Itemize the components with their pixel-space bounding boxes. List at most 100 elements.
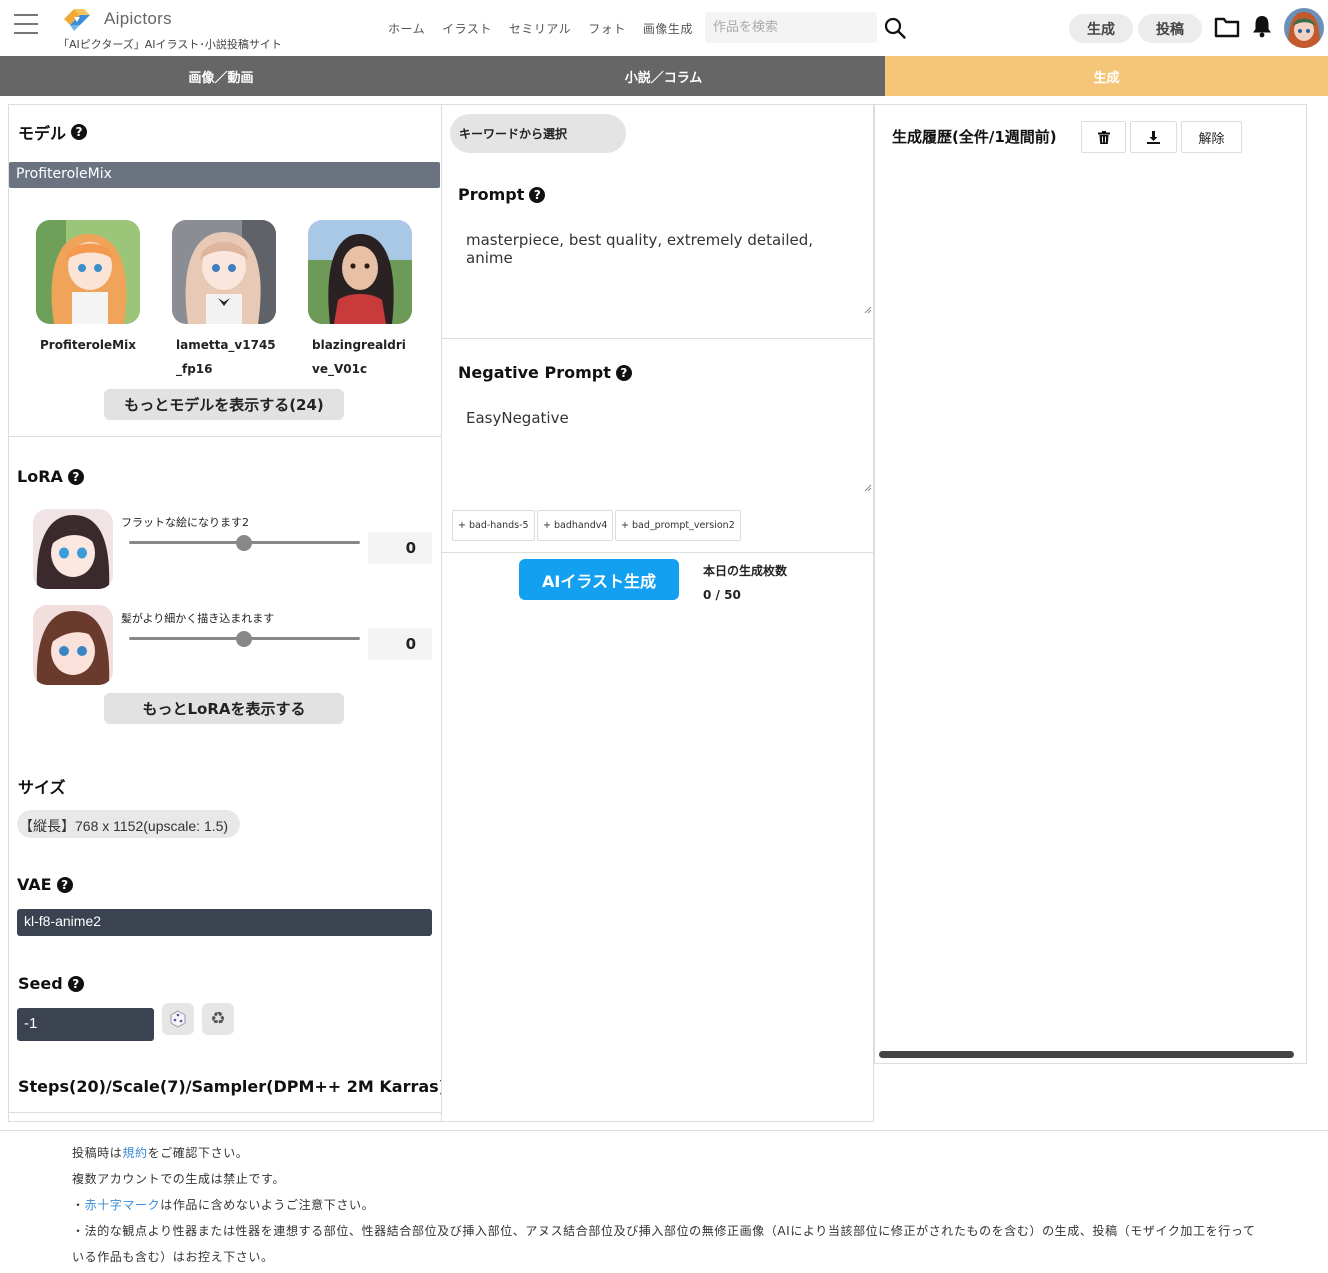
category-tabs: 画像／動画 小説／コラム 生成 [0, 56, 1328, 96]
divider [442, 552, 873, 553]
negative-tag-badhandv4[interactable]: + badhandv4 [537, 510, 614, 541]
lora-slider-handle[interactable] [236, 535, 252, 551]
size-title: サイズ [18, 778, 66, 797]
prompt-help-icon[interactable]: ? [529, 186, 546, 203]
divider [9, 436, 441, 437]
folder-icon[interactable] [1214, 16, 1240, 38]
logo-text[interactable]: Aipictors [104, 9, 172, 29]
model-thumbnail [308, 220, 412, 324]
user-avatar[interactable] [1284, 8, 1324, 48]
download-history-button[interactable] [1130, 121, 1177, 153]
menu-icon[interactable] [14, 14, 38, 34]
model-help-icon[interactable]: ? [71, 124, 88, 140]
recycle-icon[interactable]: ♻ [202, 1003, 234, 1035]
lora-slider-handle[interactable] [236, 631, 252, 647]
model-name: ProfiteroleMix [40, 338, 136, 352]
nav-illust[interactable]: イラスト [442, 20, 492, 37]
lora-label: フラットな絵になります2 [121, 516, 249, 529]
nav-photo[interactable]: フォト [588, 20, 626, 37]
header-generate-button[interactable]: 生成 [1069, 14, 1133, 43]
top-header: Aipictors 「AIピクターズ」AIイラスト･小説投稿サイト ホーム イラ… [0, 0, 1328, 56]
model-thumbnail [36, 220, 140, 324]
note-text: は作品に含めないようご注意下さい。 [160, 1198, 375, 1212]
seed-help-icon[interactable]: ? [67, 975, 84, 992]
lora-title: LoRA ? [17, 467, 84, 486]
size-select[interactable]: 【縦長】768 x 1152(upscale: 1.5) [17, 810, 241, 838]
lora-thumbnail-hair[interactable] [33, 605, 113, 685]
model-select[interactable]: ProfiteroleMix [9, 162, 440, 188]
search-icon[interactable] [883, 16, 907, 40]
vae-title: VAE ? [17, 875, 73, 894]
prompt-title-text: Prompt [458, 185, 525, 204]
model-thumbnail [172, 220, 276, 324]
more-lora-button[interactable]: もっとLoRAを表示する [104, 693, 344, 724]
release-button[interactable]: 解除 [1181, 121, 1242, 153]
negative-prompt-title: Negative Prompt ? [458, 363, 632, 382]
keyword-select-button[interactable]: キーワードから選択 [450, 114, 626, 153]
tab-image-video[interactable]: 画像／動画 [0, 56, 442, 96]
ai-generate-button[interactable]: AIイラスト生成 [519, 559, 679, 600]
prompt-textarea[interactable]: masterpiece, best quality, extremely det… [458, 223, 872, 315]
note-line: ・赤十字マークは作品に含めないようご注意下さい。 [72, 1192, 1262, 1218]
download-icon [1147, 130, 1160, 144]
lora-title-text: LoRA [17, 467, 63, 486]
advanced-settings-toggle[interactable]: Steps(20)/Scale(7)/Sampler(DPM++ 2M Karr… [18, 1077, 465, 1096]
resize-grip-icon[interactable] [864, 306, 872, 314]
model-name: lametta_v1745_fp16 [176, 338, 276, 376]
recycle-glyph: ♻ [210, 1009, 226, 1029]
model-card-profiterolemix[interactable]: ProfiteroleMix [36, 220, 140, 357]
red-cross-link[interactable]: 赤十字マーク [85, 1198, 161, 1212]
negative-prompt-textarea[interactable]: EasyNegative [458, 401, 872, 493]
header-post-button[interactable]: 投稿 [1138, 14, 1202, 43]
posting-notes: 投稿時は規約をご確認下さい。 複数アカウントでの生成は禁止です。 ・赤十字マーク… [72, 1140, 1262, 1270]
note-text: 投稿時は [72, 1146, 123, 1160]
vae-help-icon[interactable]: ? [56, 876, 73, 893]
main-nav: ホーム イラスト セミリアル フォト 画像生成 [388, 20, 693, 37]
bell-icon[interactable] [1251, 14, 1273, 38]
lora-weight-input[interactable]: 0 [368, 628, 432, 660]
lora-thumbnail-flat[interactable] [33, 509, 113, 589]
tab-novel-column[interactable]: 小説／コラム [442, 56, 885, 96]
aipictors-logo-icon[interactable] [60, 5, 96, 33]
note-text: ・ [72, 1198, 85, 1212]
seed-title: Seed ? [18, 974, 84, 993]
negative-tag-bad-prompt-version2[interactable]: + bad_prompt_version2 [615, 510, 741, 541]
negative-tag-bad-hands-5[interactable]: + bad-hands-5 [452, 510, 535, 541]
terms-link[interactable]: 規約 [122, 1146, 147, 1160]
lora-weight-input[interactable]: 0 [368, 532, 432, 564]
note-line: ・法的な観点より性器または性器を連想する部位、性器結合部位及び挿入部位、アヌス結… [72, 1224, 1256, 1264]
search-input[interactable] [705, 12, 877, 43]
model-name: blazingrealdrive_V01c [312, 338, 406, 376]
model-card-blazingrealdrive[interactable]: blazingrealdrive_V01c [308, 220, 412, 381]
history-title: 生成履歴(全件/1週間前) [892, 128, 1057, 146]
lora-help-icon[interactable]: ? [67, 468, 84, 485]
lora-label: 髪がより細かく描き込まれます [121, 612, 275, 625]
note-line: 投稿時は規約をご確認下さい。 [72, 1140, 1262, 1166]
negative-help-icon[interactable]: ? [615, 364, 632, 381]
more-models-button[interactable]: もっとモデルを表示する(24) [104, 389, 344, 420]
history-horizontal-scrollbar[interactable] [879, 1051, 1294, 1058]
prompt-title: Prompt ? [458, 185, 546, 204]
divider [442, 338, 873, 339]
daily-count-value: 0 / 50 [703, 588, 741, 602]
random-dice-icon[interactable] [162, 1003, 194, 1035]
divider [9, 1112, 441, 1113]
model-card-lametta[interactable]: lametta_v1745_fp16 [172, 220, 276, 381]
nav-home[interactable]: ホーム [388, 20, 425, 37]
nav-semireal[interactable]: セミリアル [509, 20, 571, 37]
daily-count-label: 本日の生成枚数 [703, 564, 788, 578]
model-title: モデル ? [18, 120, 88, 144]
note-line: 複数アカウントでの生成は禁止です。 [72, 1172, 286, 1186]
nav-image-generation[interactable]: 画像生成 [643, 20, 693, 37]
resize-grip-icon[interactable] [864, 484, 872, 492]
footer-divider [0, 1130, 1328, 1131]
tab-generate[interactable]: 生成 [885, 56, 1328, 96]
vae-select[interactable]: kl-f8-anime2 [17, 909, 432, 936]
negative-title-text: Negative Prompt [458, 363, 611, 382]
delete-history-button[interactable] [1081, 121, 1126, 153]
seed-input[interactable]: -1 [17, 1008, 154, 1041]
note-text: をご確認下さい。 [147, 1146, 249, 1160]
seed-title-text: Seed [18, 974, 63, 993]
history-panel [874, 104, 1307, 1064]
vae-title-text: VAE [17, 875, 52, 894]
